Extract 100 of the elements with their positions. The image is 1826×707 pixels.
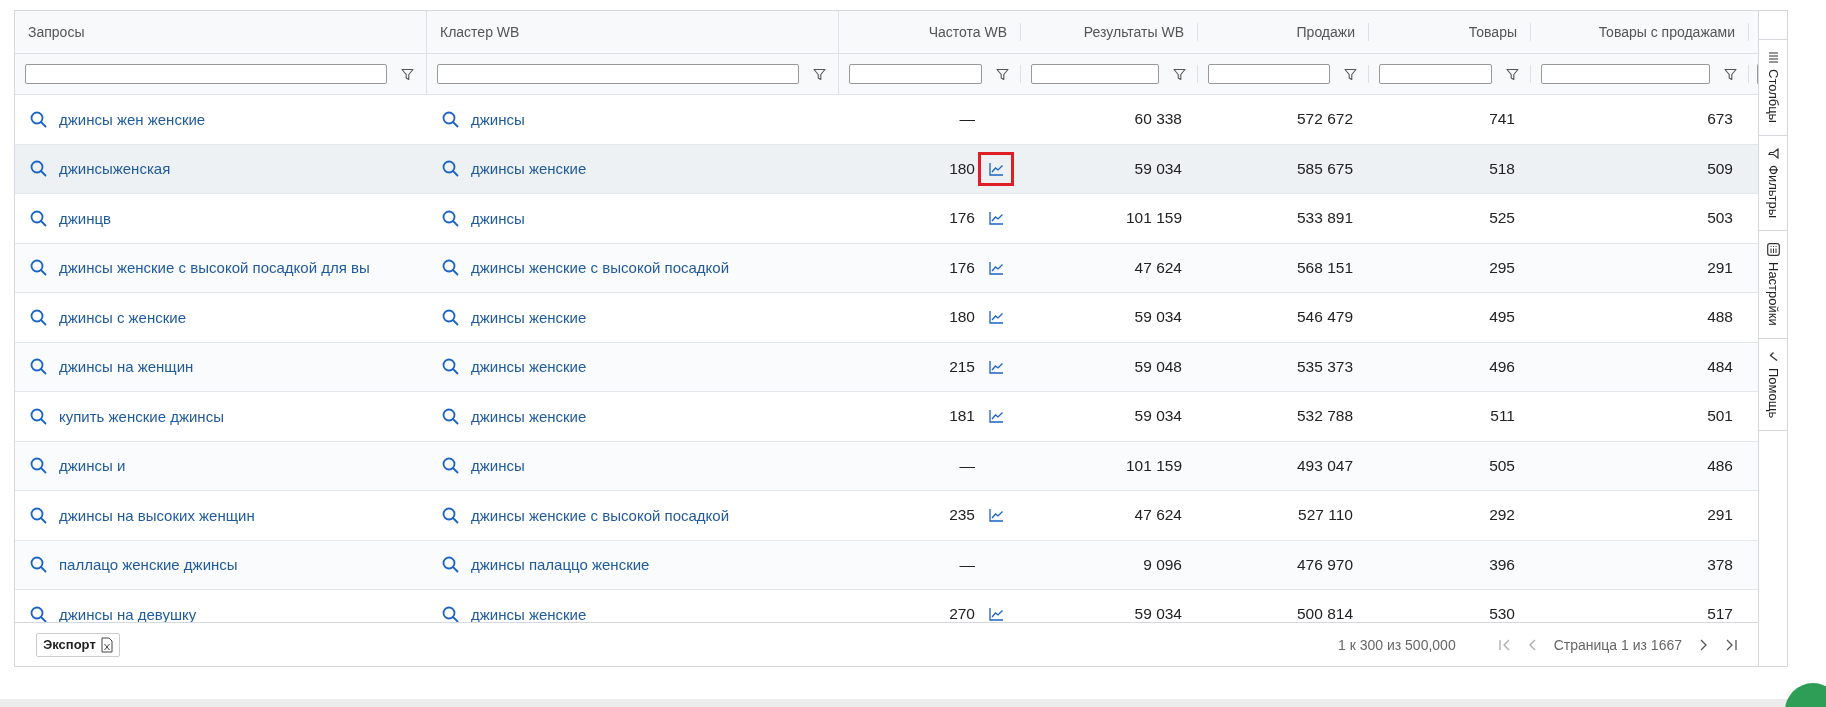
table-row[interactable]: джинсы на женщин джинсы женские 215 59 048 535 373 496 484 xyxy=(15,342,1758,392)
table-cell: 535 373 xyxy=(1296,357,1353,376)
column-header[interactable]: Товары xyxy=(1468,24,1517,40)
filter-field[interactable] xyxy=(25,64,387,84)
filter-icon[interactable] xyxy=(1506,67,1519,81)
cluster-link[interactable]: джинсы xyxy=(427,441,839,490)
search-icon xyxy=(442,556,459,574)
cluster-link[interactable]: джинсы xyxy=(427,95,839,144)
query-link[interactable]: джинсы женские с высокой посадкой для вы xyxy=(15,243,427,292)
cluster-link[interactable]: джинсы женские xyxy=(427,392,839,441)
filter-field[interactable] xyxy=(1379,64,1492,84)
cluster-link[interactable]: джинсы палаццо женские xyxy=(427,540,839,589)
filter-field[interactable] xyxy=(1031,64,1159,84)
table-cell: 501 xyxy=(1707,407,1733,426)
query-link[interactable]: джинсы на высоких женщин xyxy=(15,491,427,540)
table-cell: 484 xyxy=(1707,357,1733,376)
column-header[interactable]: Частота WB xyxy=(928,24,1007,40)
cluster-link[interactable]: джинсы женские xyxy=(427,590,839,622)
search-icon xyxy=(30,110,47,128)
filter-field[interactable] xyxy=(849,64,982,84)
query-link[interactable]: джинсы на девушку xyxy=(15,590,427,622)
table-cell: 530 xyxy=(1489,605,1515,622)
cluster-link[interactable]: джинсы женские с высокой посадкой xyxy=(427,491,839,540)
table-cell: 572 672 xyxy=(1296,110,1353,129)
table-row[interactable]: паллацо женские джинсы джинсы палаццо женские — 9 096 476 970 396 378 xyxy=(15,540,1758,590)
export-button[interactable]: Экспорт xyxy=(36,632,120,657)
column-header[interactable]: Запросы xyxy=(28,24,85,40)
table-cell: 378 xyxy=(1707,555,1733,574)
table-cell: 59 034 xyxy=(1134,308,1182,327)
cluster-link[interactable]: джинсы женские с высокой посадкой xyxy=(427,243,839,292)
filter-icon[interactable] xyxy=(813,67,826,81)
table-cell: — xyxy=(959,110,975,129)
search-icon xyxy=(442,506,459,524)
table-cell: 176 xyxy=(949,209,975,228)
filter-icon[interactable] xyxy=(996,67,1009,81)
table-cell: 396 xyxy=(1489,555,1515,574)
column-header[interactable]: Результаты WB xyxy=(1083,24,1184,40)
table-cell: 176 xyxy=(949,258,975,277)
table-cell: 235 xyxy=(949,506,975,525)
table-cell: 180 xyxy=(949,308,975,327)
table-row[interactable]: джинсыженская джинсы женские 180 59 034 585 675 518 509 xyxy=(15,144,1758,194)
search-icon xyxy=(442,110,459,128)
table-cell: 47 624 xyxy=(1134,506,1182,525)
query-link[interactable]: джинсыженская xyxy=(15,144,427,193)
search-icon xyxy=(442,605,459,622)
table-cell: 518 xyxy=(1489,159,1515,178)
table-cell: 568 151 xyxy=(1296,258,1353,277)
table-cell: 291 xyxy=(1707,506,1733,525)
table-cell: 486 xyxy=(1707,456,1733,475)
filter-icon[interactable] xyxy=(401,67,414,81)
column-header[interactable]: Товары с продажами xyxy=(1598,24,1735,40)
filter-icon xyxy=(1767,147,1779,159)
table-cell: 9 096 xyxy=(1143,555,1182,574)
table-cell: 503 xyxy=(1707,209,1733,228)
table-row[interactable]: джинсы женские с высокой посадкой для вы джинсы женские с высокой посадкой 176 47 624 568 151 295 291 xyxy=(15,243,1758,293)
query-link[interactable]: джинсы с женские xyxy=(15,293,427,342)
query-link[interactable]: джинсы жен женские xyxy=(15,95,427,144)
table-cell: 295 xyxy=(1489,258,1515,277)
filter-icon[interactable] xyxy=(1173,67,1186,81)
filter-field[interactable] xyxy=(1208,64,1330,84)
chart-button[interactable] xyxy=(978,151,1014,186)
query-link[interactable]: купить женские джинсы xyxy=(15,392,427,441)
filter-icon[interactable] xyxy=(1344,67,1357,81)
table-cell: 292 xyxy=(1489,506,1515,525)
filter-field[interactable] xyxy=(437,64,799,84)
table-cell: 59 034 xyxy=(1134,407,1182,426)
columns-icon xyxy=(1767,52,1779,63)
line-chart-icon xyxy=(988,409,1004,424)
line-chart-icon xyxy=(988,260,1004,275)
search-icon xyxy=(442,407,459,425)
search-icon xyxy=(442,308,459,326)
filter-field[interactable] xyxy=(1541,64,1710,84)
table-cell: 101 159 xyxy=(1125,209,1182,228)
list-icon xyxy=(1766,243,1780,256)
cluster-link[interactable]: джинсы женские xyxy=(427,144,839,193)
column-header[interactable]: Кластер WB xyxy=(440,24,520,40)
checkmark-icon xyxy=(1767,350,1779,362)
table-cell: 476 970 xyxy=(1296,555,1353,574)
search-icon xyxy=(30,556,47,574)
cluster-link[interactable]: джинсы xyxy=(427,194,839,243)
search-icon xyxy=(30,506,47,524)
search-icon xyxy=(30,160,47,178)
table-cell: 181 xyxy=(949,407,975,426)
query-link[interactable]: джинсы на женщин xyxy=(15,342,427,391)
query-link[interactable]: джинсы и xyxy=(15,441,427,490)
search-icon xyxy=(442,259,459,277)
table-cell: 60 338 xyxy=(1134,110,1182,129)
filter-icon[interactable] xyxy=(1724,67,1737,81)
cluster-link[interactable]: джинсы женские xyxy=(427,342,839,391)
query-link[interactable]: паллацо женские джинсы xyxy=(15,540,427,589)
column-header[interactable]: Продажи xyxy=(1296,24,1355,40)
last-page-icon[interactable] xyxy=(1724,637,1738,652)
table-row[interactable]: джинсы и джинсы — 101 159 493 047 505 486 xyxy=(15,441,1758,491)
search-icon xyxy=(30,259,47,277)
search-icon xyxy=(30,605,47,622)
search-icon xyxy=(442,358,459,376)
table-cell: 215 xyxy=(949,357,975,376)
cluster-link[interactable]: джинсы женские xyxy=(427,293,839,342)
query-link[interactable]: джинцв xyxy=(15,194,427,243)
table-cell: 585 675 xyxy=(1296,159,1353,178)
